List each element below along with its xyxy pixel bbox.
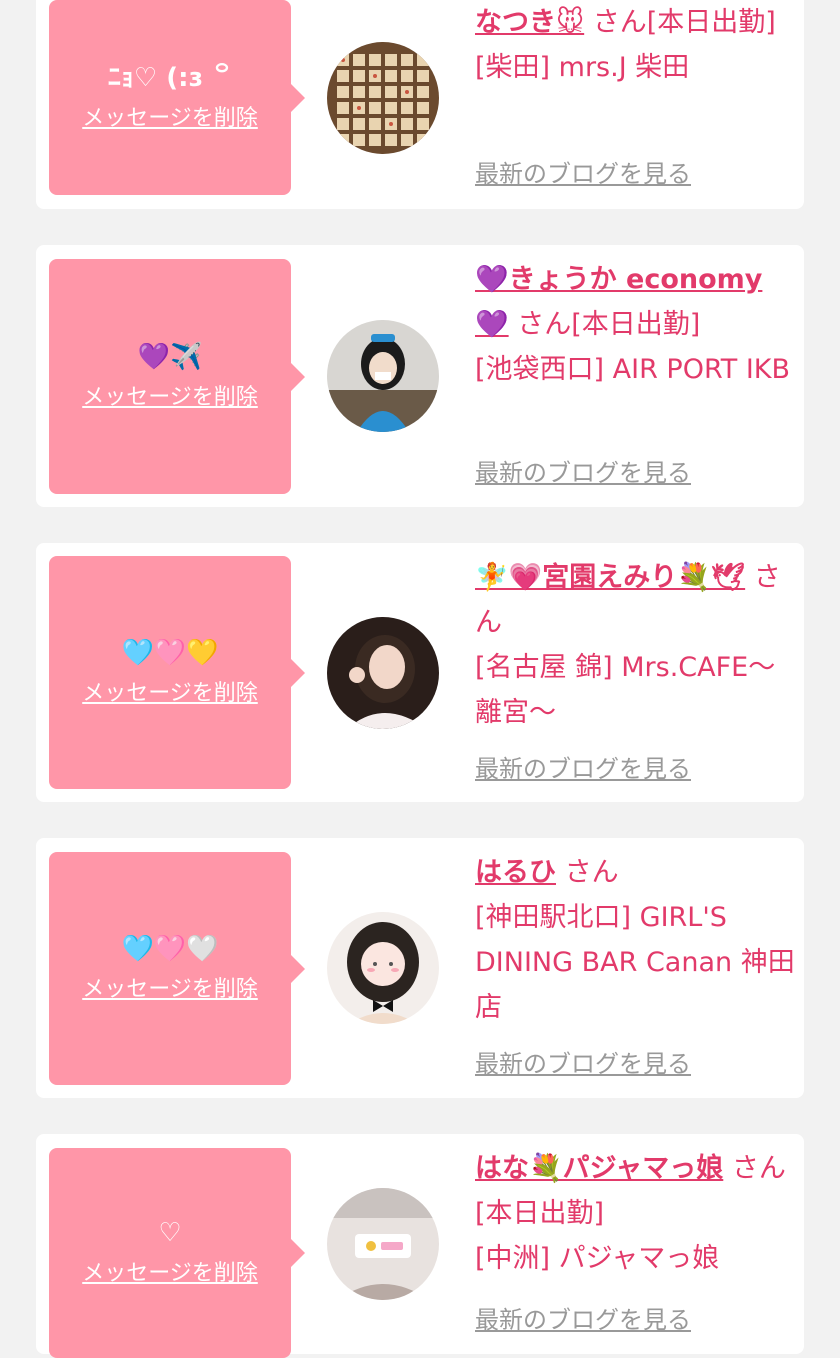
shop-name: [池袋西口] AIR PORT IKB — [475, 354, 791, 385]
shop-name: [柴田] mrs.J 柴田 — [475, 52, 690, 83]
latest-blog-link[interactable]: 最新のブログを見る — [475, 154, 691, 194]
message-text: 🩵🩷🤍 — [121, 933, 219, 964]
message-text: ♡ — [158, 1218, 182, 1248]
delete-message-link[interactable]: メッセージを削除 — [82, 678, 258, 710]
delete-message-link[interactable]: メッセージを削除 — [82, 382, 258, 414]
latest-blog-link[interactable]: 最新のブログを見る — [475, 1300, 691, 1340]
shop-name: [神田駅北口] GIRL'S DINING BAR Canan 神田店 — [475, 902, 795, 1023]
cast-avatar[interactable] — [327, 912, 439, 1024]
delete-message-link[interactable]: メッセージを削除 — [82, 103, 258, 135]
message-card: 💜✈️ メッセージを削除 💜きょうか economy 💜 さん[本日出勤] [池… — [36, 245, 804, 507]
message-text: 🩵🩷💛 — [121, 637, 219, 668]
cast-suffix: さん — [564, 857, 619, 888]
cast-info: なつき🐭 さん[本日出勤] [柴田] mrs.J 柴田 — [475, 0, 795, 90]
delete-message-link[interactable]: メッセージを削除 — [82, 1258, 258, 1290]
message-card: 🩵🩷💛 メッセージを削除 🧚💗宮園えみり💐🕊 さん [名古屋 錦] Mrs.CA… — [36, 543, 804, 802]
message-bubble: 🩵🩷🤍 メッセージを削除 — [49, 852, 305, 1085]
delete-message-link[interactable]: メッセージを削除 — [82, 974, 258, 1006]
cast-avatar[interactable] — [327, 1188, 439, 1300]
cast-info: はるひ さん [神田駅北口] GIRL'S DINING BAR Canan 神… — [475, 850, 795, 1030]
shop-name: [名古屋 錦] Mrs.CAFE〜離宮〜 — [475, 652, 776, 728]
cast-name-link[interactable]: 🧚💗宮園えみり💐🕊 — [475, 562, 745, 593]
cast-name-link[interactable]: なつき🐭 — [475, 7, 584, 38]
cast-suffix: さん[本日出勤] — [517, 309, 701, 340]
latest-blog-link[interactable]: 最新のブログを見る — [475, 1044, 691, 1084]
message-card: 🩵🩷🤍 メッセージを削除 はるひ さん [神田駅北口] GIRL'S DININ… — [36, 838, 804, 1098]
message-text: 💜✈️ — [137, 341, 203, 372]
latest-blog-link[interactable]: 最新のブログを見る — [475, 749, 691, 789]
cast-info: はな💐パジャマっ娘 さん[本日出勤] [中洲] パジャマっ娘 — [475, 1146, 795, 1281]
message-bubble: ﾆｮ♡ (:ɜ ꒪ メッセージを削除 — [49, 0, 305, 195]
cast-suffix: さん[本日出勤] — [592, 7, 776, 38]
message-bubble: 🩵🩷💛 メッセージを削除 — [49, 556, 305, 789]
message-card: ﾆｮ♡ (:ɜ ꒪ メッセージを削除 なつき🐭 さん[本日出勤] [柴田] mr… — [36, 0, 804, 209]
latest-blog-link[interactable]: 最新のブログを見る — [475, 453, 691, 493]
cast-info: 💜きょうか economy 💜 さん[本日出勤] [池袋西口] AIR PORT… — [475, 257, 795, 392]
cast-avatar[interactable] — [327, 320, 439, 432]
cast-avatar[interactable] — [327, 42, 439, 154]
message-bubble: ♡ メッセージを削除 — [49, 1148, 305, 1358]
cast-name-link[interactable]: はるひ — [475, 857, 556, 888]
message-bubble: 💜✈️ メッセージを削除 — [49, 259, 305, 494]
shop-name: [中洲] パジャマっ娘 — [475, 1243, 720, 1274]
cast-avatar[interactable] — [327, 617, 439, 729]
message-card: ♡ メッセージを削除 はな💐パジャマっ娘 さん[本日出勤] [中洲] パジャマっ… — [36, 1134, 804, 1358]
cast-info: 🧚💗宮園えみり💐🕊 さん [名古屋 錦] Mrs.CAFE〜離宮〜 — [475, 555, 795, 735]
cast-name-link[interactable]: はな💐パジャマっ娘 — [475, 1153, 723, 1184]
message-text: ﾆｮ♡ (:ɜ ꒪ — [107, 62, 233, 93]
